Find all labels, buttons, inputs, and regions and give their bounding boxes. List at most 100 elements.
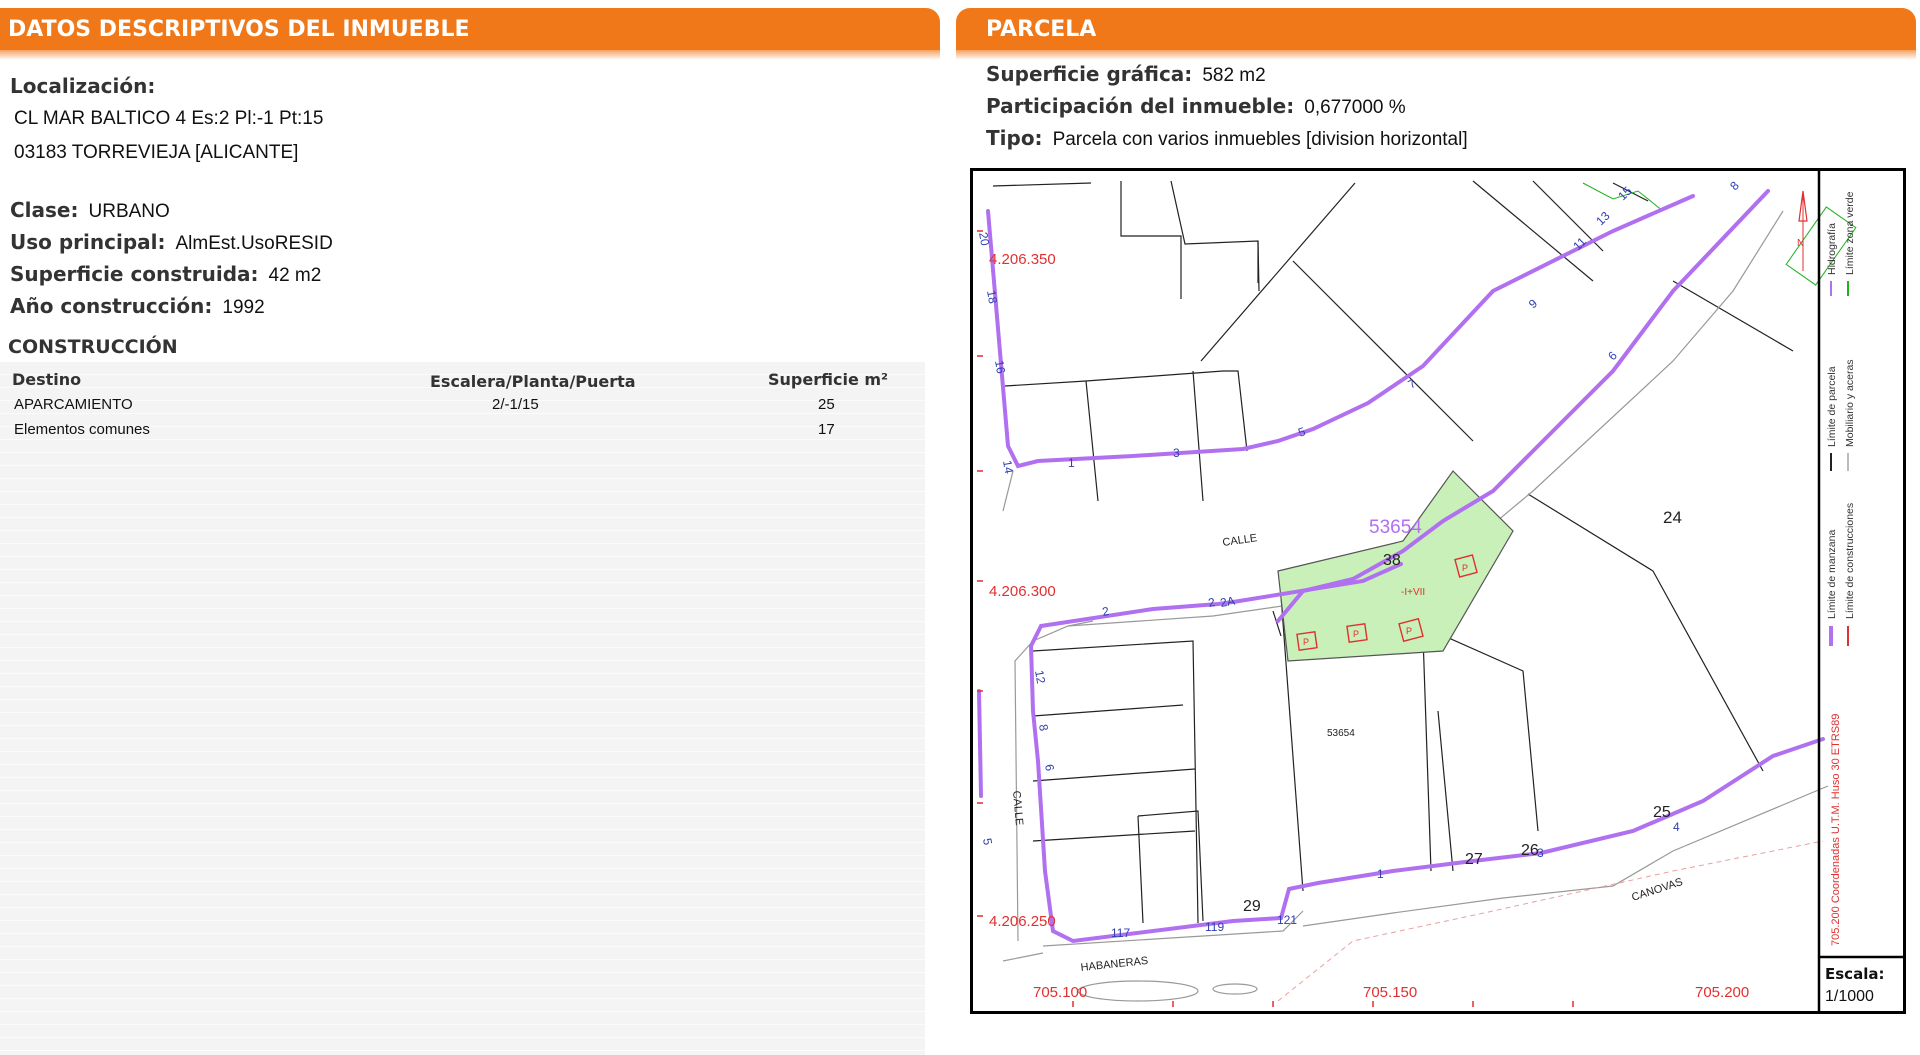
legend-text: Límite de manzana <box>1826 530 1838 619</box>
edge-number: 12 <box>1032 669 1048 685</box>
address-line-1: CL MAR BALTICO 4 Es:2 Pl:-1 Pt:15 <box>14 108 323 130</box>
th-destino: Destino <box>12 370 82 389</box>
sup-grafica-row: Superficie gráfica: 582 m2 <box>986 62 1266 87</box>
street-label: HABANERAS <box>1080 955 1149 974</box>
table-cell: Elementos comunes <box>14 421 150 438</box>
edge-number: 2 <box>1101 604 1110 619</box>
superficie-row: Superficie construida: 42 m2 <box>10 262 321 287</box>
escala-label: Escala: <box>1825 965 1884 983</box>
construccion-title-row: CONSTRUCCIÓN <box>8 336 178 358</box>
street-label: CALLE <box>1222 532 1258 549</box>
north-label: N <box>1797 238 1804 249</box>
section-header-datos: DATOS DESCRIPTIVOS DEL INMUEBLE <box>0 8 940 50</box>
section-header-parcela: PARCELA <box>956 8 1916 50</box>
edge-number: 117 <box>1111 926 1130 940</box>
legend-coordinates: 705.200 Coordenadas U.T.M. Huso 30 ETRS8… <box>1830 714 1842 946</box>
escala-value: 1/1000 <box>1825 988 1874 1005</box>
parcel-number: 27 <box>1465 851 1483 868</box>
clase-row: Clase: URBANO <box>10 198 170 223</box>
north-arrow-icon <box>1798 190 1808 271</box>
edge-number: 1 <box>1377 867 1384 881</box>
edge-number: 9 <box>1526 296 1540 311</box>
edge-number: 3 <box>1537 846 1544 860</box>
uso-label: Uso principal: <box>10 230 166 254</box>
edge-number: 18 <box>984 289 1000 305</box>
edge-number: 6 <box>1605 348 1620 363</box>
legend-text: Hidrografía <box>1826 223 1838 275</box>
address-line-2-text: 03183 TORREVIEJA [ALICANTE] <box>14 142 299 163</box>
edge-number: 15 <box>1615 184 1635 204</box>
table-cell: 17 <box>818 421 835 438</box>
parcel-number: 38 <box>1383 552 1401 569</box>
parcel-number: 24 <box>1663 508 1682 527</box>
superficie-value: 42 m2 <box>268 265 322 286</box>
header-shadow <box>956 50 1916 60</box>
sup-grafica-value: 582 m2 <box>1202 65 1266 86</box>
construccion-title: CONSTRUCCIÓN <box>8 336 178 358</box>
anio-label: Año construcción: <box>10 294 213 318</box>
edge-number: 121 <box>1277 913 1297 927</box>
dashed-boundary <box>1277 840 1824 1002</box>
tipo-value: Parcela con varios inmuebles [division h… <box>1052 129 1468 150</box>
edge-number: 16 <box>992 359 1008 375</box>
legend-text: Límite zona verde <box>1844 191 1856 275</box>
localizacion-label: Localización: <box>10 74 156 98</box>
clase-label: Clase: <box>10 198 79 222</box>
address-line-2: 03183 TORREVIEJA [ALICANTE] <box>14 142 298 164</box>
address-line-1-text: CL MAR BALTICO 4 Es:2 Pl:-1 Pt:15 <box>14 108 324 129</box>
parking-label: P <box>1303 637 1309 647</box>
edge-number: 20 <box>976 231 992 247</box>
coord-y-label: 4.206.350 <box>989 251 1056 268</box>
edge-number: 4 <box>1673 820 1680 834</box>
block-boundary-lines <box>977 189 1825 944</box>
legend-text: Límite de parcela <box>1826 366 1838 447</box>
uso-row: Uso principal: AlmEst.UsoRESID <box>10 230 333 255</box>
parcel-ref-large: 53654 <box>1369 517 1422 538</box>
anio-value: 1992 <box>222 297 265 318</box>
parcel-number: 25 <box>1653 804 1671 821</box>
parcel-ref-small: 53654 <box>1327 728 1355 739</box>
parcel-number: 29 <box>1243 898 1261 915</box>
coord-y-label: 4.206.250 <box>989 913 1056 930</box>
sup-grafica-label: Superficie gráfica: <box>986 62 1193 86</box>
parking-label: P <box>1462 563 1468 573</box>
anio-row: Año construcción: 1992 <box>10 294 265 319</box>
participacion-row: Participación del inmueble: 0,677000 % <box>986 94 1406 119</box>
localizacion-row: Localización: <box>10 74 155 98</box>
edge-number: 14 <box>1000 459 1016 475</box>
table-cell: 2/-1/15 <box>492 396 539 413</box>
construccion-table <box>0 362 925 1055</box>
section-header-datos-text: DATOS DESCRIPTIVOS DEL INMUEBLE <box>8 16 470 42</box>
uso-value: AlmEst.UsoRESID <box>175 233 333 254</box>
street-label: CANOVAS <box>1630 876 1684 904</box>
tipo-row: Tipo: Parcela con varios inmuebles [divi… <box>986 126 1468 151</box>
coord-x-label: 705.100 <box>1033 984 1087 1001</box>
table-cell: APARCAMIENTO <box>14 396 133 413</box>
parking-label: P <box>1406 626 1412 636</box>
edge-number: 8 <box>1036 723 1051 732</box>
edge-number: 8 <box>1727 178 1742 193</box>
edge-number: 1 <box>1068 456 1075 470</box>
parcel-floors: -I+VII <box>1401 587 1425 598</box>
coord-x-label: 705.200 <box>1695 984 1749 1001</box>
participacion-label: Participación del inmueble: <box>986 94 1295 118</box>
clase-value: URBANO <box>88 201 170 222</box>
map-svg: 4.206.350 4.206.300 4.206.250 705.100 70… <box>976 171 1903 1011</box>
tipo-label: Tipo: <box>986 126 1043 150</box>
section-header-parcela-text: PARCELA <box>986 16 1097 42</box>
edge-number: 13 <box>1593 209 1613 229</box>
edge-number: 2A <box>1219 594 1236 610</box>
th-superficie: Superficie m² <box>768 370 889 389</box>
coord-y-label: 4.206.300 <box>989 583 1056 600</box>
edge-number: 119 <box>1205 920 1224 934</box>
edge-number: 6 <box>1042 763 1057 772</box>
edge-number: 5 <box>980 837 995 846</box>
table-cell: 25 <box>818 396 835 413</box>
parking-label: P <box>1353 629 1359 639</box>
header-shadow <box>0 50 940 60</box>
street-label: CALLE <box>1010 790 1025 826</box>
participacion-value: 0,677000 % <box>1304 97 1406 118</box>
legend-text: Límite de construcciones <box>1844 503 1856 619</box>
th-escalera: Escalera/Planta/Puerta <box>430 372 636 391</box>
coord-x-label: 705.150 <box>1363 984 1417 1001</box>
